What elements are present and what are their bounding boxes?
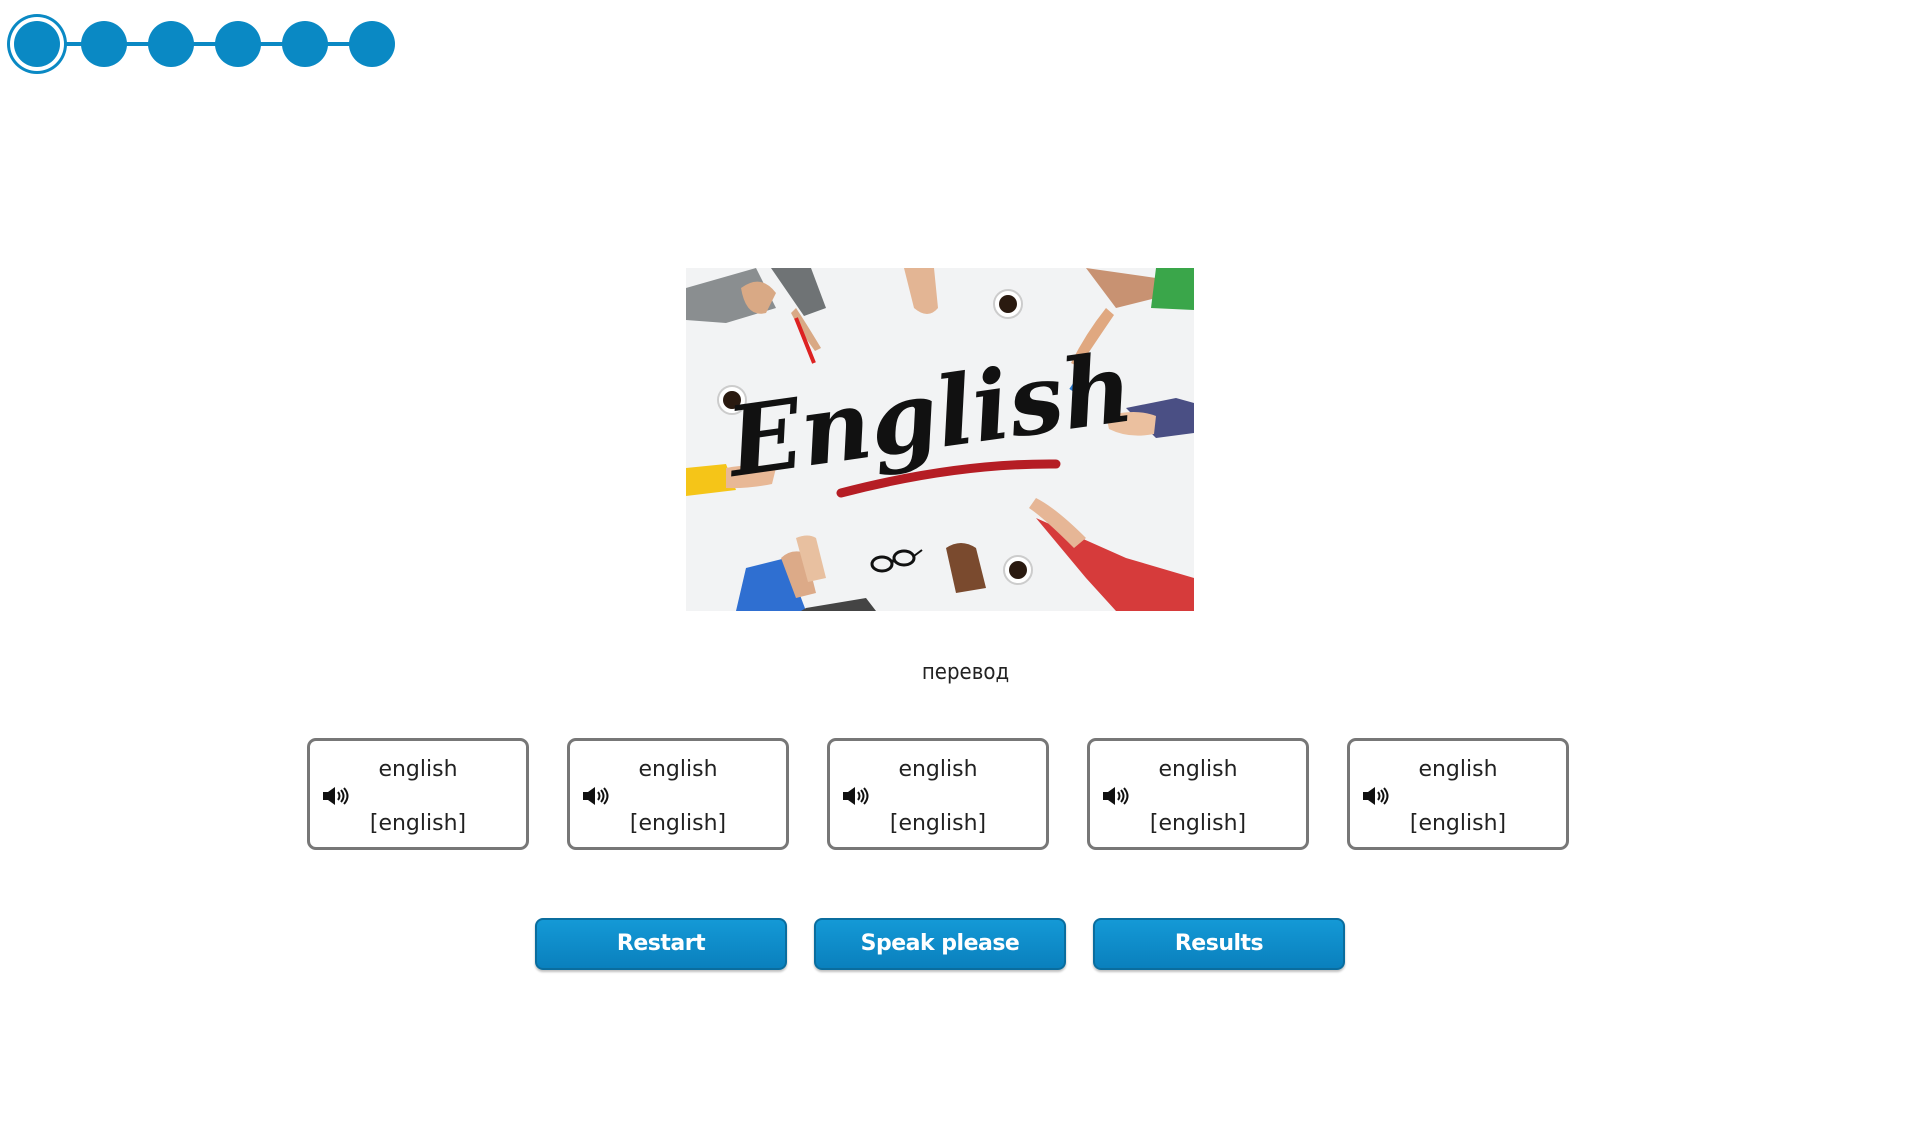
- progress-step-2[interactable]: [81, 21, 127, 67]
- restart-button[interactable]: Restart: [535, 918, 787, 970]
- card-word: english: [1418, 757, 1498, 782]
- progress-step-6[interactable]: [349, 21, 395, 67]
- card-transcription: [english]: [1409, 811, 1507, 836]
- answer-card[interactable]: english [english]: [307, 738, 529, 850]
- card-word: english: [898, 757, 978, 782]
- answer-card[interactable]: english [english]: [1347, 738, 1569, 850]
- speaker-icon[interactable]: [322, 785, 352, 807]
- word-picture: English: [686, 268, 1194, 611]
- progress-step-3[interactable]: [148, 21, 194, 67]
- card-transcription: [english]: [1149, 811, 1247, 836]
- progress-step-5[interactable]: [282, 21, 328, 67]
- card-transcription: [english]: [629, 811, 727, 836]
- progress-steps: [14, 18, 404, 70]
- answer-cards: english [english] english [english] engl…: [0, 738, 1931, 856]
- card-word: english: [638, 757, 718, 782]
- quiz-screen: English перевод english [english] englis…: [0, 0, 1931, 1126]
- progress-step-4[interactable]: [215, 21, 261, 67]
- speaker-icon[interactable]: [1362, 785, 1392, 807]
- results-button[interactable]: Results: [1093, 918, 1345, 970]
- translation-prompt: перевод: [921, 660, 1010, 685]
- speak-please-button[interactable]: Speak please: [814, 918, 1066, 970]
- progress-step-1[interactable]: [14, 21, 60, 67]
- card-word: english: [378, 757, 458, 782]
- answer-card[interactable]: english [english]: [827, 738, 1049, 850]
- card-transcription: [english]: [369, 811, 467, 836]
- answer-card[interactable]: english [english]: [567, 738, 789, 850]
- card-word: english: [1158, 757, 1238, 782]
- speaker-icon[interactable]: [582, 785, 612, 807]
- speaker-icon[interactable]: [842, 785, 872, 807]
- answer-card[interactable]: english [english]: [1087, 738, 1309, 850]
- speaker-icon[interactable]: [1102, 785, 1132, 807]
- card-transcription: [english]: [889, 811, 987, 836]
- action-buttons: Restart Speak please Results: [0, 918, 1931, 974]
